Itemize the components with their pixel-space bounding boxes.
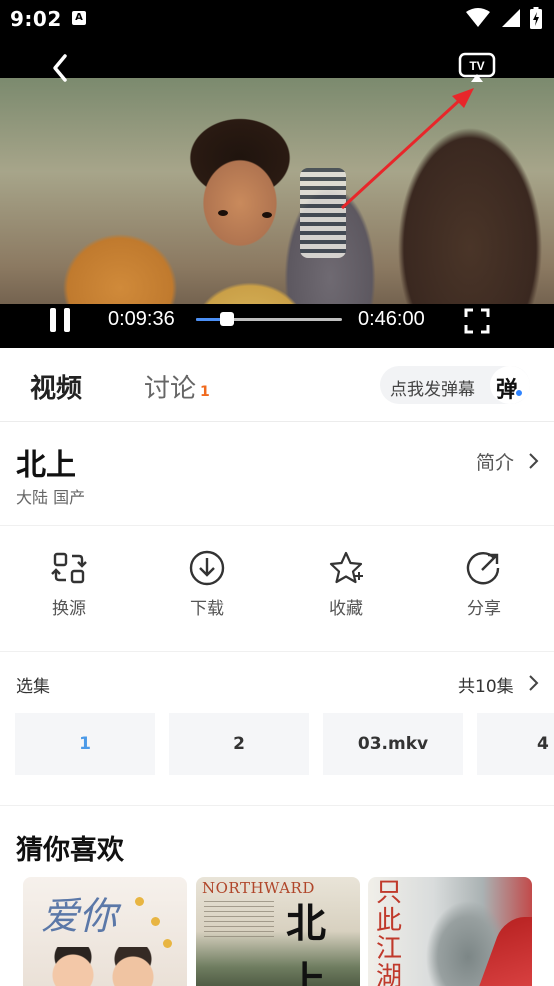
status-icons — [466, 7, 542, 29]
pause-icon — [64, 308, 70, 332]
intro-link[interactable]: 简介 — [476, 448, 514, 475]
video-scene-detail — [218, 210, 228, 216]
cast-tv-label: TV — [469, 59, 484, 73]
recommendation-poster[interactable]: 只此江湖梦 — [368, 877, 532, 986]
poster-artwork — [135, 897, 144, 906]
danmu-prompt: 点我发弹幕 — [390, 380, 475, 400]
discuss-count-badge: 1 — [200, 384, 210, 400]
fullscreen-icon[interactable] — [464, 308, 490, 334]
video-scene-detail — [300, 168, 346, 258]
episode-item[interactable]: 1 — [15, 713, 155, 775]
swap-source-icon — [51, 552, 87, 584]
action-row: 换源 下载 收藏 分享 — [0, 526, 554, 652]
episode-item[interactable]: 4 — [477, 713, 554, 775]
cast-tv-icon: TV — [458, 52, 496, 82]
action-label: 换源 — [52, 599, 86, 619]
seek-thumb[interactable] — [219, 312, 234, 326]
battery-charging-icon — [530, 7, 542, 29]
episode-section: 选集 共10集 1 2 03.mkv 4 — [0, 652, 554, 806]
poster-artwork — [151, 917, 160, 926]
action-label: 分享 — [467, 599, 501, 619]
recommendations-heading: 猜你喜欢 — [16, 835, 124, 866]
poster-artwork — [163, 939, 172, 948]
tab-video[interactable]: 视频 — [30, 368, 82, 405]
favorite-button[interactable]: 收藏 — [306, 550, 386, 619]
pause-button[interactable] — [48, 308, 74, 334]
player-controls: 0:09:36 0:46:00 — [0, 304, 554, 348]
action-label: 下载 — [190, 599, 224, 619]
notification-icon: A — [72, 11, 86, 25]
download-icon — [189, 550, 225, 586]
danmu-toggle-icon[interactable]: 弹 — [490, 366, 530, 404]
wifi-icon — [466, 8, 490, 27]
chevron-right-icon[interactable] — [526, 452, 540, 470]
seek-bar[interactable] — [196, 312, 342, 326]
back-icon[interactable] — [46, 52, 74, 84]
total-time: 0:46:00 — [358, 308, 425, 330]
poster-title: 北上 — [286, 900, 326, 986]
star-icon — [329, 551, 363, 584]
current-time: 0:09:36 — [108, 308, 175, 330]
show-info: 北上 大陆 国产 简介 — [0, 422, 554, 526]
tab-discuss[interactable]: 讨论 — [144, 368, 196, 405]
show-title: 北上 — [16, 448, 76, 483]
video-player[interactable]: TV 0:09:36 0:46:00 — [0, 38, 554, 348]
action-label: 收藏 — [329, 599, 363, 619]
share-icon — [466, 552, 500, 585]
download-button[interactable]: 下载 — [167, 550, 247, 619]
pause-icon — [50, 308, 56, 332]
video-scene-detail — [262, 212, 272, 218]
episode-item[interactable]: 03.mkv — [323, 713, 463, 775]
poster-title: 爱你 — [41, 894, 118, 938]
poster-artwork — [204, 901, 274, 941]
share-button[interactable]: 分享 — [444, 550, 524, 619]
episode-heading: 选集 — [16, 677, 50, 697]
poster-title: 只此江湖梦 — [376, 878, 403, 986]
content-tabs: 视频 讨论 1 点我发弹幕 弹 — [0, 348, 554, 422]
chevron-right-icon[interactable] — [526, 674, 540, 692]
signal-icon — [502, 9, 520, 27]
cast-tv-button[interactable]: TV — [458, 52, 496, 84]
poster-artwork — [43, 947, 163, 986]
status-bar: 9:02 A — [0, 0, 554, 38]
status-time: 9:02 — [10, 7, 62, 31]
recommendation-poster[interactable]: NORTHWARD 北上 — [196, 877, 360, 986]
recommendation-poster[interactable]: 爱你 — [23, 877, 187, 986]
show-meta: 大陆 国产 — [16, 488, 86, 507]
episode-item[interactable]: 2 — [169, 713, 309, 775]
check-badge-icon — [514, 388, 524, 398]
danmu-icon-char: 弹 — [496, 378, 519, 403]
episode-total-link[interactable]: 共10集 — [458, 672, 514, 697]
swap-source-button[interactable]: 换源 — [29, 550, 109, 619]
